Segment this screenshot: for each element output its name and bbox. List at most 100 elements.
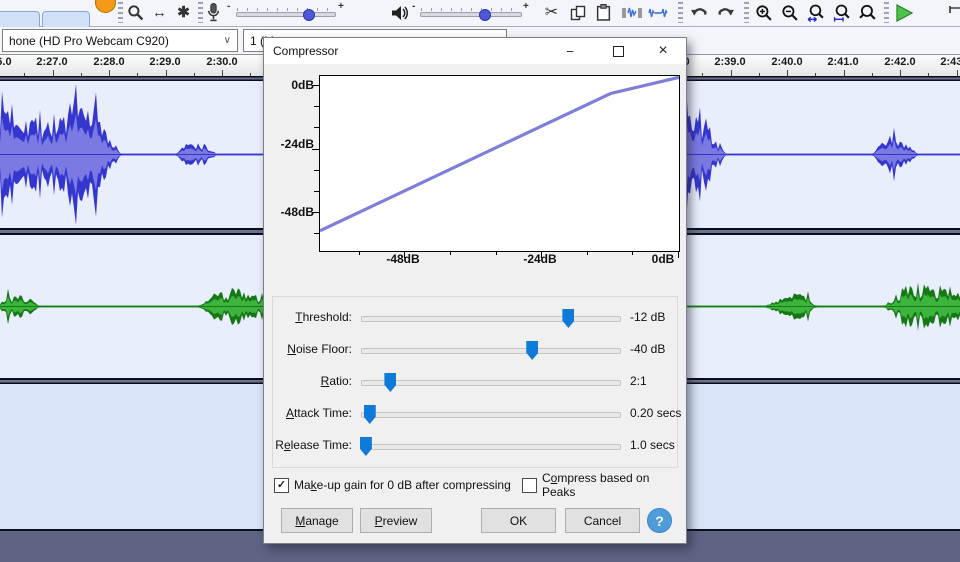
cut-button[interactable]: ✂ — [540, 1, 563, 24]
ok-button[interactable]: OK — [481, 508, 556, 533]
timeline-label: 2:30.0 — [206, 56, 237, 68]
fit-project-icon — [833, 4, 851, 22]
toolbar-grip[interactable] — [884, 2, 889, 23]
compression-curve-plot — [319, 75, 680, 252]
audacity-window: ↔ ✱ - + - + ✂ — [0, 0, 960, 562]
speaker-icon — [391, 5, 409, 21]
compress-peaks-checkbox[interactable]: Compress based on Peaks — [522, 476, 686, 494]
multi-tool-button[interactable]: ✱ — [172, 1, 195, 24]
threshold-thumb[interactable] — [562, 309, 574, 328]
release-time-thumb[interactable] — [360, 437, 372, 456]
playback-volume-knob[interactable] — [479, 9, 491, 21]
makeup-gain-label: Make-up gain for 0 dB after compressing — [294, 478, 511, 492]
recording-volume-slider[interactable] — [236, 12, 336, 17]
maximize-button[interactable] — [601, 38, 635, 64]
x-axis-label: -24dB — [523, 252, 556, 266]
redo-button[interactable] — [714, 1, 737, 24]
threshold-label: Threshold: — [264, 310, 352, 324]
zoom-in-icon — [755, 4, 773, 22]
playback-volume-slider[interactable] — [420, 12, 522, 17]
rec-volume-minus: - — [227, 1, 230, 12]
toolbar-grip[interactable] — [118, 2, 123, 23]
ratio-thumb[interactable] — [384, 373, 396, 392]
compressor-dialog: Compressor − × 0dB -24dB -48dB -48dB -24… — [263, 37, 687, 544]
rec-volume-plus: + — [338, 1, 344, 12]
zoom-out-icon — [781, 4, 799, 22]
speed-slider-partial[interactable] — [944, 1, 960, 24]
playback-meter — [388, 1, 411, 24]
timeline-label: 2:40.0 — [771, 56, 802, 68]
threshold-row: Threshold: -12 dB — [264, 306, 686, 330]
play-icon — [894, 3, 914, 23]
checkbox-icon[interactable]: ✓ — [274, 478, 289, 493]
release-time-label: Release Time: — [264, 438, 352, 452]
ratio-label: Ratio: — [264, 374, 352, 388]
noise-floor-value: -40 dB — [630, 342, 665, 356]
threshold-value: -12 dB — [630, 310, 665, 324]
silence-audio-button[interactable] — [646, 1, 669, 24]
undo-icon — [690, 5, 709, 20]
y-axis-label: -24dB — [264, 137, 314, 151]
preview-button[interactable]: Preview — [360, 508, 432, 533]
timeshift-tool-button[interactable]: ↔ — [148, 1, 171, 24]
speed-slider-icon — [948, 5, 960, 21]
zoom-out-button[interactable] — [778, 1, 801, 24]
noise-floor-thumb[interactable] — [526, 341, 538, 360]
threshold-slider[interactable] — [361, 316, 621, 322]
multitool-icon: ✱ — [177, 5, 190, 20]
minimize-button[interactable]: − — [553, 38, 587, 64]
manage-button[interactable]: Manage — [281, 508, 353, 533]
recording-meter — [202, 1, 225, 24]
scissors-icon: ✂ — [545, 5, 558, 21]
compress-peaks-label: Compress based on Peaks — [542, 471, 686, 499]
noise-floor-label: Noise Floor: — [264, 342, 352, 356]
copy-button[interactable] — [566, 1, 589, 24]
slider-ticks — [237, 8, 335, 11]
close-button[interactable]: × — [646, 38, 680, 64]
help-button[interactable]: ? — [647, 508, 672, 533]
microphone-icon — [207, 3, 220, 22]
recording-volume-knob[interactable] — [303, 9, 315, 21]
redo-icon — [716, 5, 735, 20]
fit-selection-icon — [807, 4, 825, 22]
zoom-tool-button[interactable] — [124, 1, 147, 24]
dialog-title: Compressor — [264, 44, 338, 58]
attack-time-slider[interactable] — [361, 412, 621, 418]
timeline-label: 2:26.0 — [0, 56, 12, 68]
timeline-label: 2:27.0 — [36, 56, 67, 68]
fit-project-button[interactable] — [830, 1, 853, 24]
chevron-down-icon: ∨ — [216, 35, 231, 46]
fit-selection-button[interactable] — [804, 1, 827, 24]
checkbox-icon[interactable] — [522, 478, 537, 493]
toolbar-grip[interactable] — [744, 2, 749, 23]
noise-floor-slider[interactable] — [361, 348, 621, 354]
trim-audio-button[interactable] — [620, 1, 643, 24]
input-device-value: hone (HD Pro Webcam C920) — [9, 34, 169, 48]
ratio-slider[interactable] — [361, 380, 621, 386]
noise-floor-row: Noise Floor: -40 dB — [264, 338, 686, 362]
record-icon[interactable] — [95, 0, 116, 13]
release-time-row: Release Time: 1.0 secs — [264, 434, 686, 458]
paste-button[interactable] — [592, 1, 615, 24]
zoom-in-button[interactable] — [752, 1, 775, 24]
timeline-label: 2:43.0 — [940, 56, 960, 68]
maximize-icon — [613, 46, 624, 57]
release-time-slider[interactable] — [361, 444, 621, 450]
makeup-gain-checkbox[interactable]: ✓ Make-up gain for 0 dB after compressin… — [274, 476, 511, 494]
zoom-toggle-icon — [859, 4, 877, 22]
zoom-toggle-button[interactable] — [856, 1, 879, 24]
attack-time-value: 0.20 secs — [630, 406, 681, 420]
attack-time-thumb[interactable] — [364, 405, 376, 424]
input-device-select[interactable]: hone (HD Pro Webcam C920) ∨ — [2, 29, 238, 52]
timeshift-icon: ↔ — [152, 5, 167, 20]
trim-audio-icon — [622, 6, 642, 20]
ratio-row: Ratio: 2:1 — [264, 370, 686, 394]
timeline-label: 2:28.0 — [93, 56, 124, 68]
toolbar-grip[interactable] — [678, 2, 683, 23]
timeline-label: 2:42.0 — [884, 56, 915, 68]
cancel-button[interactable]: Cancel — [565, 508, 640, 533]
play-at-speed-button[interactable] — [892, 1, 915, 24]
undo-button[interactable] — [688, 1, 711, 24]
x-axis-label: 0dB — [652, 252, 675, 266]
silence-audio-icon — [648, 6, 668, 20]
